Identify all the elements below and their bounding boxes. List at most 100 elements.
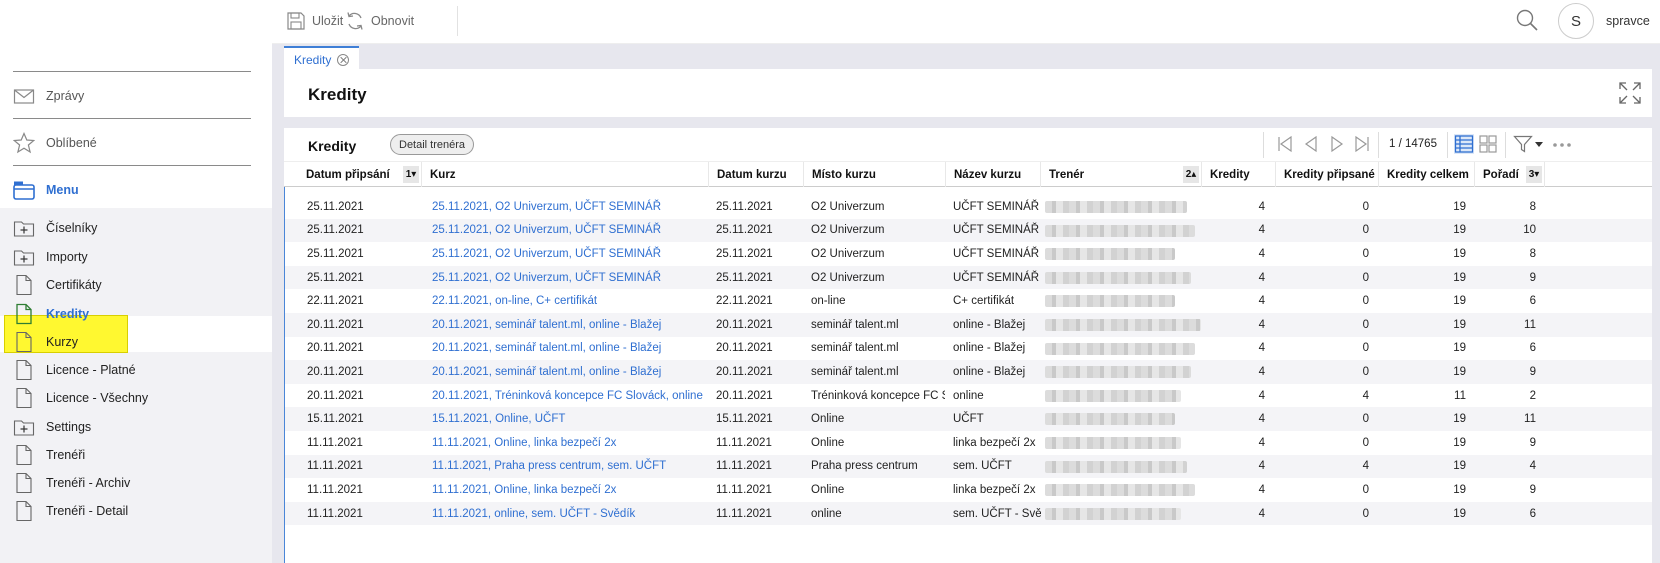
- column-header-trener[interactable]: Trenér 2▴: [1041, 162, 1202, 187]
- course-link[interactable]: 25.11.2021, O2 Univerzum, UČFT SEMINÁŘ: [432, 242, 707, 266]
- document-icon: [16, 274, 32, 296]
- sidebar-divider: [13, 165, 251, 166]
- course-link[interactable]: 11.11.2021, Online, linka bezpečí 2x: [432, 431, 707, 455]
- close-icon[interactable]: [337, 54, 350, 66]
- document-icon: [16, 472, 32, 494]
- save-label: Uložit: [312, 14, 344, 28]
- column-header-poradi[interactable]: Pořadí 3▾: [1475, 162, 1545, 187]
- table-cell: 22.11.2021: [716, 295, 773, 308]
- table-cell: 25.11.2021: [307, 200, 364, 213]
- save-button[interactable]: Uložit: [286, 8, 343, 34]
- table-row[interactable]: 20.11.2021 20.11.2021, seminář talent.ml,…: [285, 313, 1652, 337]
- first-page-icon[interactable]: [1277, 135, 1293, 153]
- table-row[interactable]: 15.11.2021 15.11.2021, Online, UČFT 15.11.…: [285, 407, 1652, 431]
- table-cell: 15.11.2021: [307, 413, 364, 426]
- sidebar-item-label: Kurzy: [46, 335, 78, 349]
- table-row[interactable]: 11.11.2021 11.11.2021, Praha press centru…: [285, 454, 1652, 479]
- course-link[interactable]: 25.11.2021, O2 Univerzum, UČFT SEMINÁŘ: [432, 266, 707, 290]
- table-row[interactable]: 25.11.2021 25.11.2021, O2 Univerzum, UČFT…: [285, 242, 1652, 266]
- column-header-kurz[interactable]: Kurz: [422, 162, 709, 187]
- course-link[interactable]: 11.11.2021, online, sem. UČFT - Svědík: [432, 502, 707, 526]
- table-cell: 19: [1453, 295, 1466, 308]
- refresh-button[interactable]: Obnovit: [345, 8, 414, 34]
- table-cell: 0: [1362, 295, 1369, 308]
- column-header-kredity-celkem[interactable]: Kredity celkem: [1379, 162, 1475, 187]
- column-header-misto-kurzu[interactable]: Místo kurzu: [804, 162, 946, 187]
- table-row[interactable]: 22.11.2021 22.11.2021, on-line, C+ certif…: [285, 289, 1652, 313]
- app-root: Zprávy Oblíbené Menu Číselníky Importy C…: [0, 0, 1660, 563]
- course-link[interactable]: 11.11.2021, Praha press centrum, sem. UČ…: [432, 455, 707, 479]
- sidebar-item-treneri[interactable]: Trenéři: [0, 440, 272, 470]
- table-cell: on-line: [811, 295, 846, 308]
- sidebar-item-menu[interactable]: Menu: [0, 175, 272, 205]
- sidebar-item-zpravy[interactable]: Zprávy: [0, 81, 272, 111]
- sidebar-item-licence-platne[interactable]: Licence - Platné: [0, 355, 272, 385]
- course-link[interactable]: 20.11.2021, seminář talent.ml, online - …: [432, 360, 707, 384]
- search-icon[interactable]: [1515, 8, 1539, 32]
- table-cell: 25.11.2021: [307, 247, 364, 260]
- table-cell: online - Blažej: [953, 318, 1026, 331]
- column-label: Datum připsání: [306, 168, 390, 181]
- expand-icon[interactable]: [1618, 81, 1642, 105]
- sidebar-item-label: Certifikáty: [46, 278, 102, 292]
- filter-icon[interactable]: [1513, 134, 1533, 154]
- username[interactable]: spravce: [1606, 14, 1650, 28]
- list-view-icon[interactable]: [1454, 134, 1474, 154]
- course-link[interactable]: 11.11.2021, Online, linka bezpečí 2x: [432, 478, 707, 502]
- table-cell: 4: [1258, 295, 1265, 308]
- prev-page-icon[interactable]: [1303, 135, 1319, 153]
- table-cell: 19: [1453, 342, 1466, 355]
- trener-name-redacted: [1045, 224, 1195, 237]
- table-cell: O2 Univerzum: [811, 247, 885, 260]
- tile-view-icon[interactable]: [1478, 134, 1498, 154]
- table-cell: 20.11.2021: [716, 342, 773, 355]
- sidebar-item-treneri-detail[interactable]: Trenéři - Detail: [0, 496, 272, 526]
- chevron-down-icon[interactable]: [1535, 142, 1543, 148]
- page-title: Kredity: [308, 85, 367, 104]
- detail-trenera-button[interactable]: Detail trenéra: [390, 134, 475, 155]
- table-row[interactable]: 11.11.2021 11.11.2021, Online, linka bezp…: [285, 431, 1652, 455]
- course-link[interactable]: 20.11.2021, seminář talent.ml, online - …: [432, 313, 707, 337]
- table-row[interactable]: 20.11.2021 20.11.2021, Tréninková koncepc…: [285, 384, 1652, 408]
- course-link[interactable]: 20.11.2021, seminář talent.ml, online - …: [432, 337, 707, 361]
- table-row[interactable]: 20.11.2021 20.11.2021, seminář talent.ml,…: [285, 360, 1652, 384]
- column-header-kredity-pripsane[interactable]: Kredity připsané: [1276, 162, 1379, 187]
- table-cell: online - Blažej: [953, 365, 1026, 378]
- table-row[interactable]: 11.11.2021 11.11.2021, online, sem. UČFT …: [285, 501, 1652, 526]
- sidebar-item-kurzy[interactable]: Kurzy: [0, 327, 272, 357]
- sidebar-item-certifikaty[interactable]: Certifikáty: [0, 270, 272, 300]
- table-row[interactable]: 11.11.2021 11.11.2021, Online, linka bezp…: [285, 478, 1652, 502]
- sidebar-item-importy[interactable]: Importy: [0, 242, 272, 272]
- column-header-nazev-kurzu[interactable]: Název kurzu: [946, 162, 1041, 187]
- document-icon: [16, 444, 32, 466]
- table-row[interactable]: 20.11.2021 20.11.2021, seminář talent.ml,…: [285, 337, 1652, 361]
- course-link[interactable]: 22.11.2021, on-line, C+ certifikát: [432, 289, 707, 313]
- column-header-datum-pripsani[interactable]: Datum připsání 1▾: [284, 162, 422, 187]
- avatar[interactable]: S: [1558, 3, 1594, 39]
- next-page-icon[interactable]: [1329, 135, 1345, 153]
- table-row[interactable]: 25.11.2021 25.11.2021, O2 Univerzum, UČFT…: [285, 265, 1652, 290]
- course-link[interactable]: 20.11.2021, Tréninková koncepce FC Slová…: [432, 384, 707, 408]
- course-link[interactable]: 25.11.2021, O2 Univerzum, UČFT SEMINÁŘ: [432, 195, 707, 219]
- sidebar-item-label: Licence - Všechny: [46, 391, 149, 405]
- table-cell: seminář talent.ml: [811, 318, 899, 331]
- table-cell: 4: [1258, 365, 1265, 378]
- table-cell: 11.11.2021: [307, 436, 363, 449]
- column-header-kredity[interactable]: Kredity: [1202, 162, 1276, 187]
- table-cell: 9: [1529, 365, 1536, 378]
- sidebar-item-oblibene[interactable]: Oblíbené: [0, 128, 272, 158]
- column-header-datum-kurzu[interactable]: Datum kurzu: [709, 162, 804, 187]
- course-link[interactable]: 25.11.2021, O2 Univerzum, UČFT SEMINÁŘ: [432, 219, 707, 243]
- sidebar-item-settings[interactable]: Settings: [0, 412, 272, 442]
- table-row[interactable]: 25.11.2021 25.11.2021, O2 Univerzum, UČFT…: [285, 218, 1652, 243]
- sidebar-item-kredity[interactable]: Kredity: [0, 299, 272, 329]
- sidebar-item-licence-vsechny[interactable]: Licence - Všechny: [0, 383, 272, 413]
- sidebar-item-label: Kredity: [46, 307, 90, 321]
- sidebar-item-ciselniky[interactable]: Číselníky: [0, 213, 272, 243]
- course-link[interactable]: 15.11.2021, Online, UČFT: [432, 407, 707, 431]
- last-page-icon[interactable]: [1354, 135, 1370, 153]
- sidebar-item-treneri-archiv[interactable]: Trenéři - Archiv: [0, 468, 272, 498]
- more-icon[interactable]: [1552, 142, 1572, 148]
- save-icon: [287, 12, 305, 30]
- table-row[interactable]: 25.11.2021 25.11.2021, O2 Univerzum, UČFT…: [285, 195, 1652, 219]
